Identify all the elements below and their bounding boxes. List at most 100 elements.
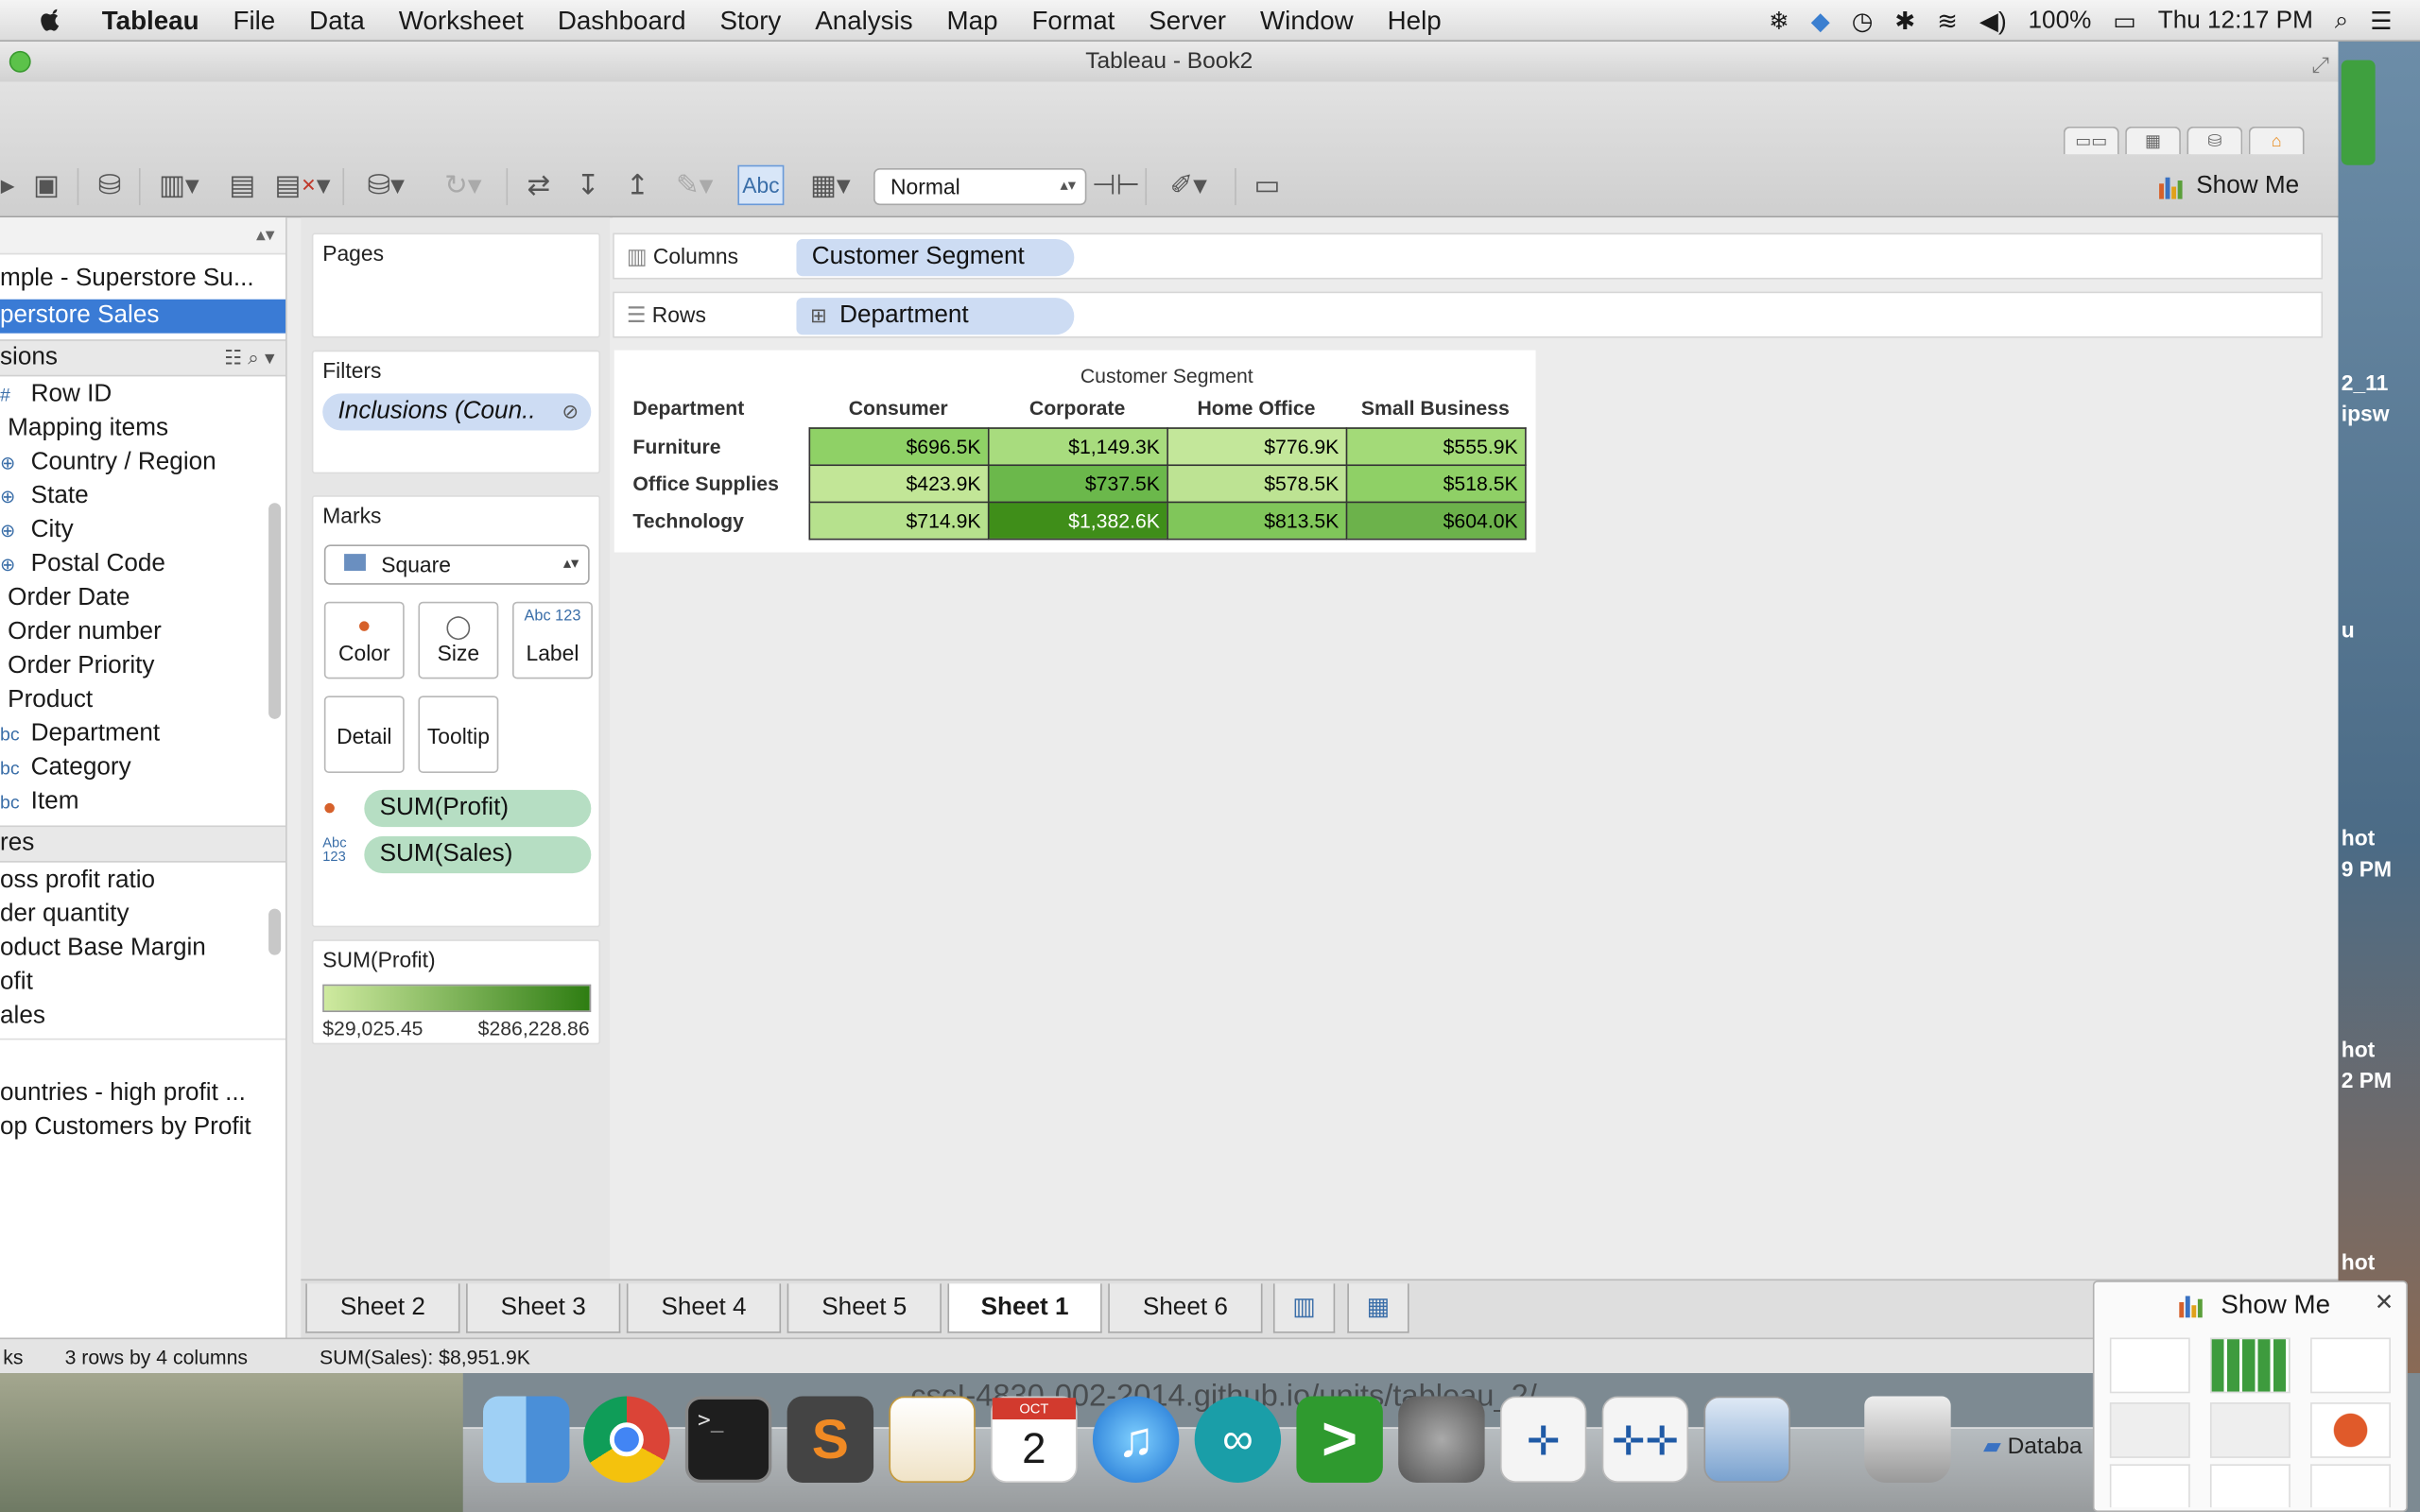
mark-type-select[interactable]: Square ▴▾: [323, 544, 590, 585]
calendar-icon[interactable]: OCT 2: [991, 1396, 1078, 1483]
column-header[interactable]: Consumer: [809, 388, 988, 427]
field-sales[interactable]: ales: [0, 1000, 285, 1034]
desktop-file-label[interactable]: 2_11: [2342, 370, 2389, 395]
dock-folder-stack[interactable]: ▰ Databa: [1983, 1432, 2083, 1463]
heatmap-cell[interactable]: $1,382.6K: [987, 500, 1168, 540]
grid-view-icon[interactable]: ▦: [2125, 126, 2181, 155]
pages-card[interactable]: Pages: [311, 232, 601, 338]
columns-shelf[interactable]: ▥ Columns Customer Segment: [613, 232, 2324, 280]
new-worksheet-icon[interactable]: ▥▾: [148, 165, 210, 205]
column-header[interactable]: Home Office: [1167, 388, 1345, 427]
fit-icon[interactable]: ▦▾: [800, 165, 861, 205]
symbol-map-thumbnail[interactable]: [2109, 1402, 2190, 1458]
terminal-icon[interactable]: >_: [684, 1396, 772, 1483]
duplicate-sheet-icon[interactable]: ▤: [222, 165, 262, 205]
heatmap-cell[interactable]: $423.9K: [807, 463, 989, 503]
measures-scrollbar[interactable]: [268, 908, 282, 955]
shell-app-icon[interactable]: >: [1296, 1396, 1383, 1483]
field-order-number[interactable]: Order number: [0, 615, 285, 649]
pages-icon[interactable]: [889, 1396, 976, 1483]
time-machine-icon[interactable]: ◷: [1852, 6, 1874, 37]
desktop-file-label[interactable]: 9 PM: [2342, 856, 2392, 881]
data-source-icon[interactable]: ⛁: [2187, 126, 2243, 155]
field-mapping-items[interactable]: Mapping items: [0, 412, 285, 446]
tab-sheet-5[interactable]: Sheet 5: [786, 1283, 942, 1333]
menu-server[interactable]: Server: [1149, 0, 1226, 41]
filters-card[interactable]: Filters Inclusions (Coun.. ⊘: [311, 350, 601, 474]
heatmap-cell[interactable]: $813.5K: [1166, 500, 1347, 540]
new-dashboard-tab-icon[interactable]: ▦: [1347, 1283, 1409, 1333]
field-row-id[interactable]: # Row ID: [0, 378, 285, 412]
menu-format[interactable]: Format: [1031, 0, 1115, 41]
clear-sheet-icon[interactable]: ▤ ✕ ▾: [271, 165, 333, 205]
heatmap-cell[interactable]: $696.5K: [807, 426, 989, 466]
swap-rows-columns-icon[interactable]: ⇄: [519, 165, 559, 205]
presentation-mode-icon[interactable]: ▭: [1247, 165, 1287, 205]
field-postal-code[interactable]: ⊕ Postal Code: [0, 548, 285, 582]
heatmap-cell[interactable]: $737.5K: [987, 463, 1168, 503]
field-profit[interactable]: ofit: [0, 966, 285, 1000]
heatmap-cell[interactable]: $776.9K: [1166, 426, 1347, 466]
snowflake-icon[interactable]: ❄: [1769, 6, 1789, 37]
desktop-file-label[interactable]: hot: [2342, 1249, 2376, 1274]
field-order-priority[interactable]: Order Priority: [0, 649, 285, 683]
heatmap-cell[interactable]: $518.5K: [1344, 463, 1526, 503]
sales-label-pill[interactable]: SUM(Sales): [364, 835, 592, 874]
row-header[interactable]: Furniture: [624, 427, 809, 464]
wifi-icon[interactable]: ≋: [1937, 6, 1958, 37]
fix-axes-icon[interactable]: ⊣⊢: [1092, 165, 1140, 205]
sublime-text-icon[interactable]: S: [786, 1396, 874, 1483]
bar-chart-thumbnail[interactable]: [2109, 1464, 2190, 1508]
save-icon[interactable]: ▣: [27, 165, 64, 205]
spotlight-icon[interactable]: ⌕: [2335, 7, 2349, 34]
chrome-icon[interactable]: [583, 1396, 670, 1483]
heatmap-cell[interactable]: $714.9K: [807, 500, 989, 540]
department-pill[interactable]: ⊞ Department: [796, 298, 1075, 335]
bluetooth-icon[interactable]: ✱: [1894, 6, 1915, 37]
tooltip-button[interactable]: Tooltip: [418, 696, 499, 773]
dropbox-icon[interactable]: ◆: [1811, 6, 1830, 37]
field-gross-profit-ratio[interactable]: oss profit ratio: [0, 864, 285, 898]
column-header[interactable]: Corporate: [988, 388, 1167, 427]
sort-descending-icon[interactable]: ↥: [617, 165, 657, 205]
set-countries-high-profit[interactable]: ountries - high profit ...: [0, 1077, 285, 1111]
tableau-public-icon[interactable]: ✛: [1499, 1396, 1587, 1483]
menu-worksheet[interactable]: Worksheet: [399, 0, 524, 41]
detail-button[interactable]: Detail: [323, 696, 405, 773]
heatmap-cell[interactable]: $555.9K: [1344, 426, 1526, 466]
desktop-file-label[interactable]: hot: [2342, 825, 2376, 850]
menu-story[interactable]: Story: [720, 0, 782, 41]
desktop-file-label[interactable]: 2 PM: [2342, 1068, 2392, 1092]
tab-sheet-4[interactable]: Sheet 4: [626, 1283, 782, 1333]
fit-size-select[interactable]: Normal ▴▾: [873, 167, 1087, 206]
heatmap-cell[interactable]: $1,149.3K: [987, 426, 1168, 466]
zoom-window-button[interactable]: [9, 50, 31, 73]
apple-icon[interactable]: [34, 3, 68, 37]
customer-segment-pill[interactable]: Customer Segment: [796, 239, 1075, 277]
menu-analysis[interactable]: Analysis: [815, 0, 912, 41]
row-header[interactable]: Technology: [624, 502, 809, 539]
field-state[interactable]: ⊕ State: [0, 480, 285, 514]
dimensions-tools-icon[interactable]: ☷ ⌕ ▾: [224, 341, 274, 375]
group-members-icon[interactable]: ✎▾: [664, 165, 725, 205]
arduino-icon[interactable]: ∞: [1194, 1396, 1282, 1483]
column-header[interactable]: Small Business: [1346, 388, 1525, 427]
rows-shelf[interactable]: ☰ Rows ⊞ Department: [613, 291, 2324, 338]
filled-map-thumbnail[interactable]: [2209, 1402, 2290, 1458]
menu-dashboard[interactable]: Dashboard: [558, 0, 686, 41]
new-data-source-icon[interactable]: ⛁: [90, 165, 130, 205]
profit-legend[interactable]: SUM(Profit) $29,025.45 $286,228.86: [311, 939, 601, 1045]
show-me-button[interactable]: Show Me: [2157, 168, 2299, 205]
home-icon[interactable]: ⌂: [2248, 126, 2305, 155]
field-order-quantity[interactable]: der quantity: [0, 898, 285, 932]
field-country-region[interactable]: ⊕ Country / Region: [0, 446, 285, 480]
preview-icon[interactable]: [1703, 1396, 1790, 1483]
data-source-item[interactable]: mple - Superstore Su...: [0, 263, 285, 297]
field-category[interactable]: bc Category: [0, 751, 285, 785]
itunes-icon[interactable]: ♫: [1092, 1396, 1180, 1483]
tab-sheet-1-active[interactable]: Sheet 1: [947, 1283, 1102, 1333]
trash-icon[interactable]: [1864, 1396, 1951, 1483]
field-city[interactable]: ⊕ City: [0, 514, 285, 548]
notification-list-icon[interactable]: ☰: [2370, 6, 2392, 37]
label-button[interactable]: Abc 123 Label: [512, 601, 593, 679]
